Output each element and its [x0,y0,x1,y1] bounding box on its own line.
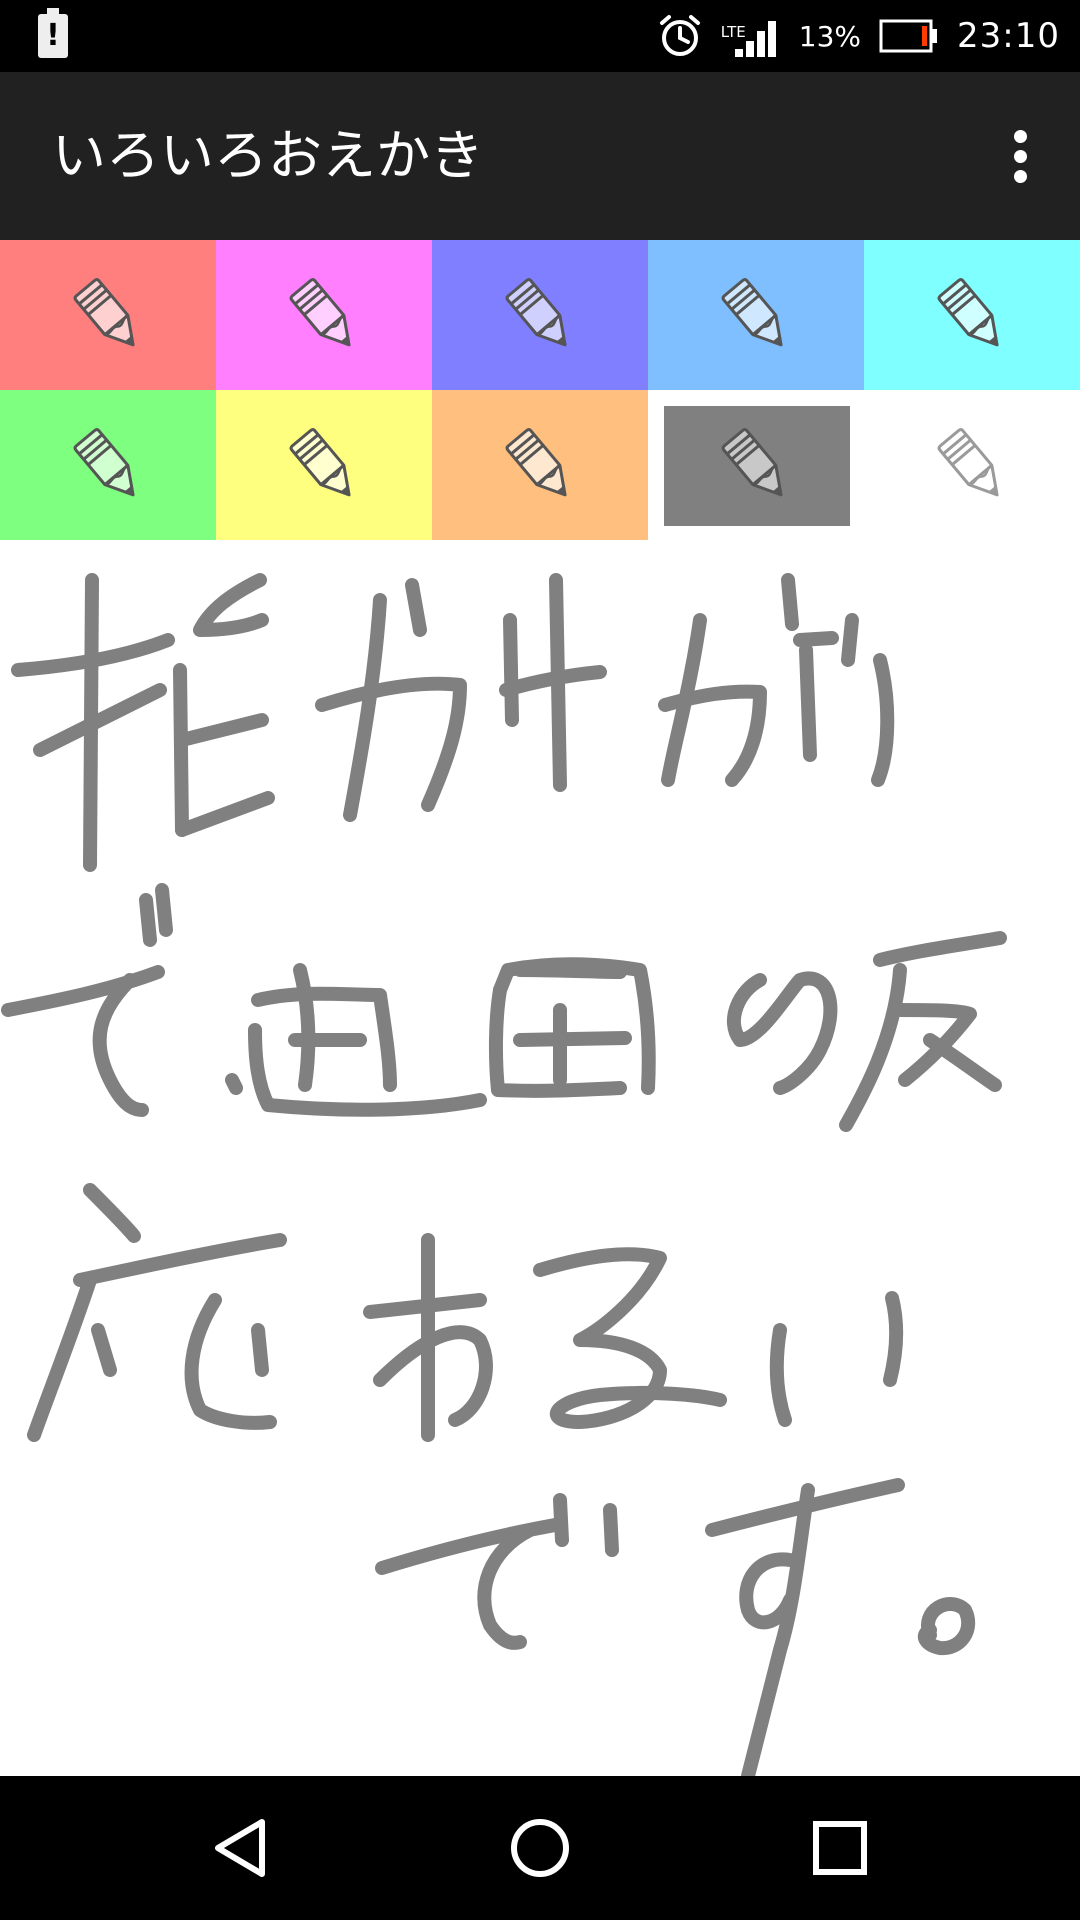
pencil-icon [937,278,999,347]
color-swatch-blue[interactable] [432,240,648,390]
status-bar: ! LTE 13% 23:10 [0,0,1080,72]
clock: 23:10 [957,16,1060,56]
color-swatch-red[interactable] [0,240,216,390]
color-swatch-white[interactable] [864,390,1080,540]
pencil-icon [289,428,351,497]
color-swatch-orange[interactable] [432,390,648,540]
color-swatch-cyan[interactable] [864,240,1080,390]
color-swatch-gray[interactable] [648,390,864,540]
more-vertical-icon[interactable] [980,116,1060,196]
battery-percent: 13% [798,19,862,53]
pencil-icon [289,278,351,347]
recents-icon[interactable] [800,1808,880,1888]
back-icon[interactable] [200,1808,280,1888]
handwriting-drawing [1,573,1007,1776]
pencil-icon [73,428,135,497]
color-swatch-sky[interactable] [648,240,864,390]
signal-icon: LTE [721,11,781,61]
app-bar: いろいろおえかき [0,72,1080,240]
battery-icon [879,18,939,54]
navigation-bar [0,1776,1080,1920]
pencil-icon [937,428,999,497]
alert-icon: ! [38,8,68,58]
pencil-icon [505,278,567,347]
color-palette [0,240,1080,540]
color-swatch-magenta[interactable] [216,240,432,390]
drawing-canvas[interactable] [0,540,1080,1776]
color-swatch-yellow[interactable] [216,390,432,540]
home-icon[interactable] [500,1808,580,1888]
app-title: いろいろおえかき [52,124,484,187]
pencil-icon [721,278,783,347]
pencil-icon [721,428,783,497]
pencil-icon [505,428,567,497]
color-swatch-green[interactable] [0,390,216,540]
pencil-icon [73,278,135,347]
alarm-icon [657,13,703,59]
